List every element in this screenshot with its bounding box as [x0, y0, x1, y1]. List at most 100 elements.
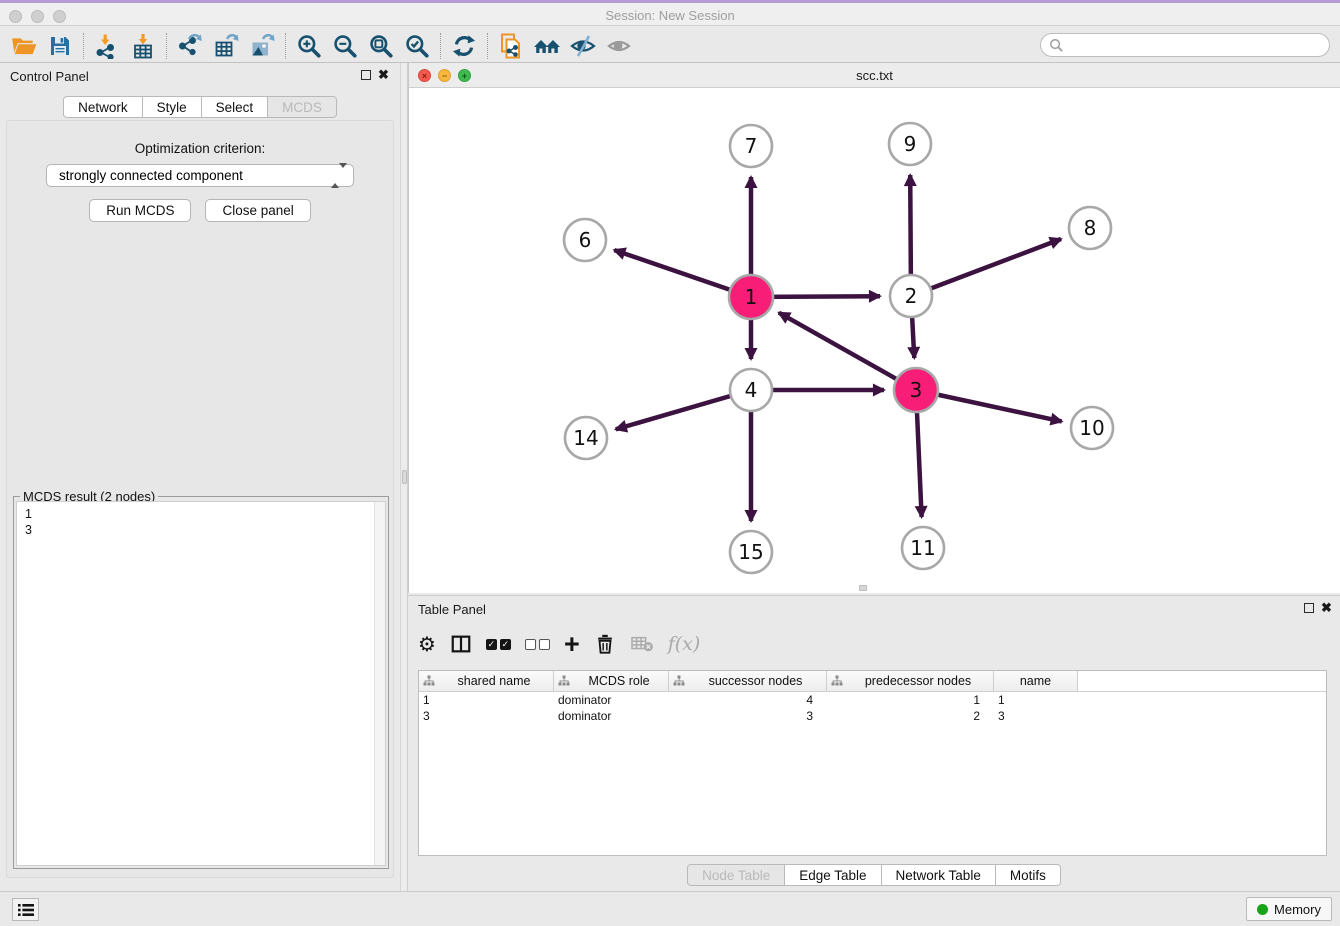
graph-node-label-8: 8 — [1084, 216, 1097, 240]
clone-network-icon[interactable] — [493, 31, 529, 61]
table-header-row: shared nameMCDS rolesuccessor nodesprede… — [419, 671, 1326, 692]
mcds-result-text: 1 3 — [17, 502, 385, 542]
column-header-shared-name[interactable]: shared name — [419, 671, 554, 691]
graph-edge-3-1[interactable] — [779, 313, 916, 390]
select-all-checkboxes-icon[interactable]: ✓✓ — [486, 629, 511, 659]
table-toolbar: ⚙ ✓✓ + f(x) — [418, 622, 700, 666]
memory-button[interactable]: Memory — [1246, 897, 1332, 921]
table-cell: 2 — [827, 708, 994, 724]
table-tab-network-table[interactable]: Network Table — [882, 864, 996, 886]
graph-edge-2-8[interactable] — [911, 239, 1061, 296]
save-icon[interactable] — [42, 31, 78, 61]
table-row[interactable]: 1dominator411 — [419, 692, 1326, 708]
column-header-successor-nodes[interactable]: successor nodes — [669, 671, 827, 691]
graph-node-label-1: 1 — [745, 285, 758, 309]
app-title-bar: Session: New Session — [0, 0, 1340, 26]
table-tab-node-table[interactable]: Node Table — [687, 864, 785, 886]
table-cell: 1 — [994, 692, 1078, 708]
run-mcds-button[interactable]: Run MCDS — [89, 199, 191, 222]
table-cell: 4 — [669, 692, 827, 708]
column-header-predecessor-nodes[interactable]: predecessor nodes — [827, 671, 994, 691]
graph-node-label-11: 11 — [910, 536, 935, 560]
control-panel-float-icon[interactable] — [361, 70, 371, 80]
table-cell: 1 — [419, 692, 554, 708]
tab-select[interactable]: Select — [202, 96, 269, 118]
table-panel-tabs: Node TableEdge TableNetwork TableMotifs — [408, 864, 1340, 886]
node-table[interactable]: shared nameMCDS rolesuccessor nodesprede… — [418, 670, 1327, 856]
add-column-icon[interactable]: + — [564, 629, 580, 659]
table-cell: dominator — [554, 692, 669, 708]
control-panel: Control Panel ✖ NetworkStyleSelectMCDS O… — [0, 63, 400, 891]
control-panel-close-icon[interactable]: ✖ — [378, 67, 389, 83]
table-panel: Table Panel ✖ ⚙ ✓✓ + f(x) shared nameMCD… — [408, 595, 1340, 891]
zoom-fit-icon[interactable] — [363, 31, 399, 61]
graph-node-label-9: 9 — [904, 132, 917, 156]
split-view-icon[interactable] — [450, 629, 472, 659]
tab-style[interactable]: Style — [143, 96, 202, 118]
panel-list-button[interactable] — [12, 898, 39, 921]
hide-selected-eye-icon[interactable] — [565, 31, 601, 61]
table-cell: 1 — [827, 692, 994, 708]
zoom-in-icon[interactable] — [291, 31, 327, 61]
deselect-all-checkboxes-icon[interactable] — [525, 629, 550, 659]
divider-handle[interactable] — [402, 470, 407, 484]
network-graph: 7968124314101511 — [409, 88, 1340, 593]
control-panel-title: Control Panel — [10, 69, 89, 84]
tab-mcds[interactable]: MCDS — [268, 96, 337, 118]
optimization-criterion-label: Optimization criterion: — [7, 141, 393, 156]
table-cell: dominator — [554, 708, 669, 724]
session-title: Session: New Session — [0, 8, 1340, 23]
column-header-name[interactable]: name — [994, 671, 1078, 691]
dropdown-stepper-icon — [331, 168, 347, 183]
table-panel-float-icon[interactable] — [1304, 603, 1314, 613]
settings-gear-icon[interactable]: ⚙ — [418, 629, 436, 659]
table-tab-motifs[interactable]: Motifs — [996, 864, 1061, 886]
status-bar: Memory — [0, 891, 1340, 926]
graph-node-label-4: 4 — [745, 378, 758, 402]
first-neighbors-icon[interactable] — [529, 31, 565, 61]
graph-node-label-3: 3 — [910, 378, 923, 402]
close-panel-button[interactable]: Close panel — [205, 199, 310, 222]
import-table-icon[interactable] — [125, 31, 161, 61]
column-header-MCDS-role[interactable]: MCDS role — [554, 671, 669, 691]
criterion-dropdown[interactable]: strongly connected component — [46, 164, 354, 187]
mcds-result-scrollbar[interactable] — [374, 502, 385, 865]
table-tab-edge-table[interactable]: Edge Table — [785, 864, 881, 886]
search-box[interactable] — [1040, 33, 1330, 57]
graph-node-label-6: 6 — [579, 228, 592, 252]
graph-node-label-10: 10 — [1079, 416, 1104, 440]
export-table-icon[interactable] — [208, 31, 244, 61]
list-icon — [18, 903, 34, 917]
network-title: scc.txt — [409, 68, 1340, 83]
export-network-icon[interactable] — [172, 31, 208, 61]
graph-node-label-15: 15 — [738, 540, 763, 564]
memory-status-icon — [1257, 904, 1268, 915]
canvas-resize-handle[interactable] — [859, 585, 867, 591]
network-window: × − + scc.txt 7968124314101511 — [408, 63, 1340, 593]
zoom-out-icon[interactable] — [327, 31, 363, 61]
criterion-dropdown-value: strongly connected component — [59, 168, 243, 183]
delete-table-icon — [630, 629, 654, 659]
export-image-icon[interactable] — [244, 31, 280, 61]
network-window-titlebar: × − + scc.txt — [409, 63, 1340, 88]
search-input[interactable] — [1064, 35, 1329, 55]
show-all-eye-icon[interactable] — [601, 31, 637, 61]
network-canvas[interactable]: 7968124314101511 — [409, 88, 1340, 593]
table-cell: 3 — [669, 708, 827, 724]
table-panel-header: Table Panel ✖ — [408, 596, 1340, 622]
tab-network[interactable]: Network — [63, 96, 143, 118]
open-folder-icon[interactable] — [6, 31, 42, 61]
zoom-selected-icon[interactable] — [399, 31, 435, 61]
graph-node-label-7: 7 — [745, 134, 758, 158]
refresh-icon[interactable] — [446, 31, 482, 61]
mcds-result-group: MCDS result (2 nodes) 1 3 — [13, 496, 389, 869]
table-row[interactable]: 3dominator323 — [419, 708, 1326, 724]
import-network-icon[interactable] — [89, 31, 125, 61]
control-panel-header: Control Panel ✖ — [0, 63, 400, 89]
function-builder-icon: f(x) — [668, 629, 701, 659]
graph-node-label-14: 14 — [573, 426, 598, 450]
search-icon — [1049, 38, 1064, 53]
panel-divider[interactable] — [400, 63, 408, 891]
table-panel-close-icon[interactable]: ✖ — [1321, 600, 1332, 616]
delete-column-trash-icon[interactable] — [594, 629, 616, 659]
